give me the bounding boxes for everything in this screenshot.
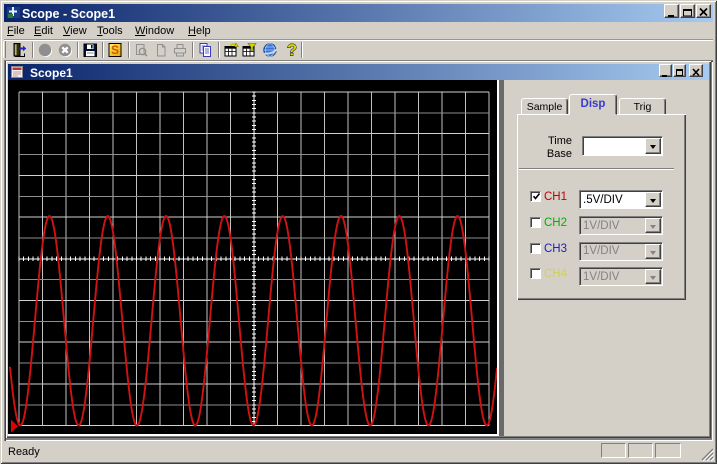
svg-text:S: S: [111, 43, 119, 57]
svg-text:?: ?: [287, 42, 297, 58]
